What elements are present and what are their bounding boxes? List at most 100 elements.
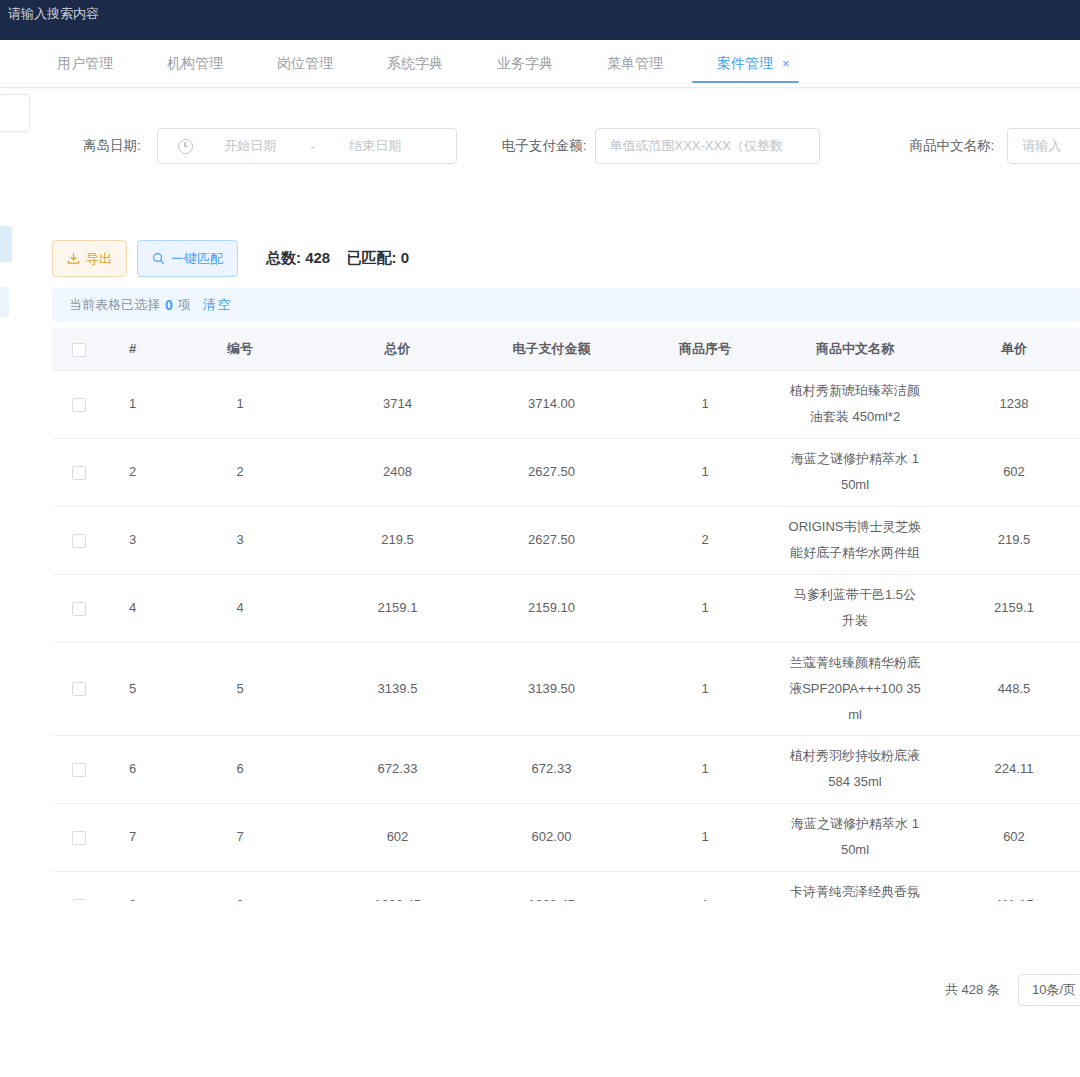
product-filter-label: 商品中文名称: [910, 137, 995, 155]
collapsed-panel[interactable] [0, 94, 30, 132]
row-checkbox[interactable] [72, 466, 86, 480]
row-checkbox[interactable] [72, 602, 86, 616]
cell-payment: 2627.50 [475, 506, 628, 574]
page-size-value: 10条/页 [1032, 981, 1076, 999]
pagination-total: 共 428 条 [945, 981, 1000, 999]
table-row: 8 8 1233.45 1233.45 1 卡诗菁纯亮泽经典香氛发油 411.1… [52, 871, 1080, 901]
cell-seq: 1 [628, 438, 782, 506]
cell-index: 3 [105, 506, 160, 574]
col-header-unit: 单价 [928, 328, 1080, 370]
cell-unit: 219.5 [928, 506, 1080, 574]
tab-close-icon[interactable]: × [782, 56, 790, 71]
tab-business-dict[interactable]: 业务字典 [470, 40, 580, 88]
selection-info-bar: 当前表格已选择 0 项 清空 [52, 288, 1080, 322]
row-checkbox[interactable] [72, 682, 86, 696]
cell-unit: 602 [928, 438, 1080, 506]
cell-seq: 1 [628, 370, 782, 438]
date-filter-label: 离岛日期: [83, 137, 141, 155]
select-all-checkbox[interactable] [72, 343, 86, 357]
cell-name: 海蓝之谜修护精萃水 150ml [782, 803, 928, 871]
product-placeholder: 请输入 [1022, 137, 1061, 155]
row-checkbox[interactable] [72, 831, 86, 845]
table-body: 1 1 3714 3714.00 1 植村秀新琥珀臻萃洁颜油套装 450ml*2… [52, 370, 1080, 901]
cell-name: 海蓝之谜修护精萃水 150ml [782, 438, 928, 506]
tab-system-dict[interactable]: 系统字典 [360, 40, 470, 88]
tab-post-management[interactable]: 岗位管理 [250, 40, 360, 88]
cell-index: 6 [105, 735, 160, 803]
table-row: 1 1 3714 3714.00 1 植村秀新琥珀臻萃洁颜油套装 450ml*2… [52, 370, 1080, 438]
cell-code: 1 [160, 370, 320, 438]
cell-unit: 1238 [928, 370, 1080, 438]
clear-selection-link[interactable]: 清空 [203, 296, 233, 314]
cell-name: 马爹利蓝带干邑1.5公升装 [782, 574, 928, 642]
cell-unit: 602 [928, 803, 1080, 871]
row-checkbox[interactable] [72, 763, 86, 777]
cell-payment: 2627.50 [475, 438, 628, 506]
cell-payment: 1233.45 [475, 871, 628, 901]
cell-payment: 672.33 [475, 735, 628, 803]
cell-index: 7 [105, 803, 160, 871]
tab-case-management[interactable]: 案件管理 × [690, 40, 817, 88]
date-range-picker[interactable]: 开始日期 - 结束日期 [157, 128, 457, 164]
total-value: 428 [305, 249, 330, 266]
cell-seq: 1 [628, 803, 782, 871]
match-button[interactable]: 一键匹配 [137, 240, 238, 277]
tab-menu-management[interactable]: 菜单管理 [580, 40, 690, 88]
export-button[interactable]: 导出 [52, 240, 127, 277]
payment-amount-input[interactable]: 单值或范围XXX-XXX（仅整数 [595, 128, 820, 164]
cell-name: 植村秀羽纱持妆粉底液 584 35ml [782, 735, 928, 803]
cell-code: 7 [160, 803, 320, 871]
product-name-input[interactable]: 请输入 [1007, 128, 1080, 164]
export-button-label: 导出 [86, 250, 112, 268]
payment-filter-label: 电子支付金额: [502, 137, 587, 155]
end-date-input[interactable]: 结束日期 [318, 137, 433, 155]
cell-seq: 2 [628, 506, 782, 574]
table-row: 3 3 219.5 2627.50 2 ORIGINS韦博士灵芝焕能好底子精华水… [52, 506, 1080, 574]
cell-code: 4 [160, 574, 320, 642]
table-row: 5 5 3139.5 3139.50 1 兰蔻菁纯臻颜精华粉底液SPF20PA+… [52, 642, 1080, 735]
cell-index: 4 [105, 574, 160, 642]
start-date-input[interactable]: 开始日期 [193, 137, 308, 155]
tab-bar: 用户管理 机构管理 岗位管理 系统字典 业务字典 菜单管理 案件管理 × [0, 40, 1080, 88]
cell-seq: 1 [628, 735, 782, 803]
col-header-seq: 商品序号 [628, 328, 782, 370]
row-checkbox[interactable] [72, 899, 86, 901]
matched-label: 已匹配: [347, 249, 397, 266]
row-checkbox[interactable] [72, 534, 86, 548]
tab-user-management[interactable]: 用户管理 [30, 40, 140, 88]
filter-row: 离岛日期: 开始日期 - 结束日期 电子支付金额: 单值或范围XXX-XXX（仅… [0, 128, 1080, 164]
cell-index: 1 [105, 370, 160, 438]
col-header-payment: 电子支付金额 [475, 328, 628, 370]
selection-prefix: 当前表格已选择 [69, 296, 160, 314]
cell-total: 1233.45 [320, 871, 475, 901]
page-size-select[interactable]: 10条/页 [1018, 974, 1080, 1006]
cell-index: 2 [105, 438, 160, 506]
col-header-total: 总价 [320, 328, 475, 370]
cell-unit: 224.11 [928, 735, 1080, 803]
cell-total: 3714 [320, 370, 475, 438]
table-row: 4 4 2159.1 2159.10 1 马爹利蓝带干邑1.5公升装 2159.… [52, 574, 1080, 642]
payment-placeholder: 单值或范围XXX-XXX（仅整数 [610, 137, 783, 155]
table-row: 6 6 672.33 672.33 1 植村秀羽纱持妆粉底液 584 35ml … [52, 735, 1080, 803]
pagination: 共 428 条 10条/页 [945, 974, 1080, 1006]
cell-payment: 3714.00 [475, 370, 628, 438]
cell-code: 6 [160, 735, 320, 803]
tab-org-management[interactable]: 机构管理 [140, 40, 250, 88]
cell-index: 5 [105, 642, 160, 735]
cell-payment: 602.00 [475, 803, 628, 871]
cell-index: 8 [105, 871, 160, 901]
cell-code: 8 [160, 871, 320, 901]
stats-text: 总数: 428 已匹配: 0 [266, 249, 409, 268]
global-search-input[interactable]: 请输入搜索内容 [8, 6, 99, 21]
cell-payment: 3139.50 [475, 642, 628, 735]
cell-seq: 1 [628, 871, 782, 901]
cell-code: 5 [160, 642, 320, 735]
cell-seq: 1 [628, 642, 782, 735]
matched-value: 0 [401, 249, 409, 266]
table-header-row: # 编号 总价 电子支付金额 商品序号 商品中文名称 单价 [52, 328, 1080, 370]
row-checkbox[interactable] [72, 398, 86, 412]
top-navbar: 请输入搜索内容 [0, 0, 1080, 40]
cell-name: 兰蔻菁纯臻颜精华粉底液SPF20PA+++100 35ml [782, 642, 928, 735]
cell-unit: 2159.1 [928, 574, 1080, 642]
data-table: # 编号 总价 电子支付金额 商品序号 商品中文名称 单价 1 1 3714 3… [52, 328, 1080, 901]
